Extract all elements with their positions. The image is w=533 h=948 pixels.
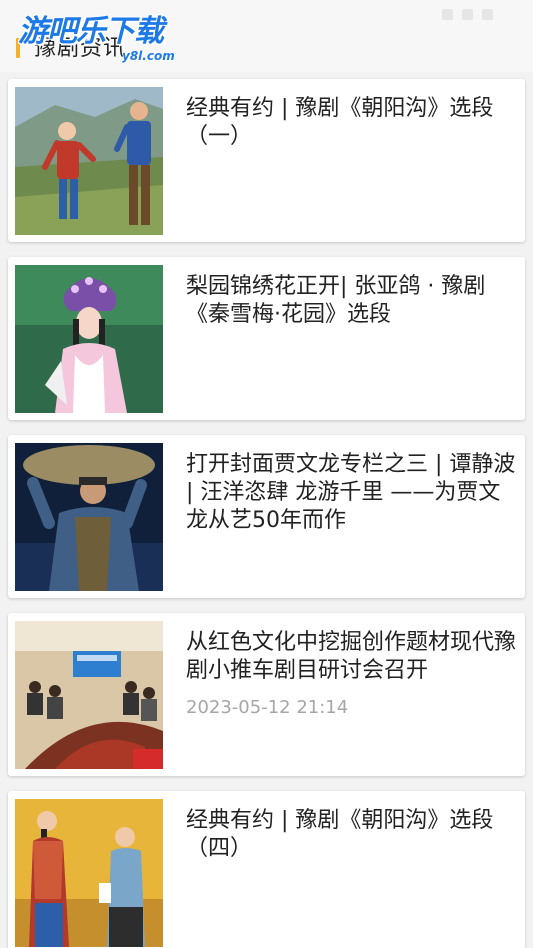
watermark-text: 游吧乐下载: [18, 14, 164, 49]
article-thumbnail: [15, 87, 163, 235]
watermark-domain: y8l.com: [122, 49, 175, 63]
article-title[interactable]: 梨园锦绣花正开| 张亚鸽 · 豫剧《秦雪梅·花园》选段: [186, 273, 516, 329]
article-card[interactable]: 经典有约 | 豫剧《朝阳沟》选段（一）: [8, 79, 525, 242]
article-card[interactable]: 梨园锦绣花正开| 张亚鸽 · 豫剧《秦雪梅·花园》选段: [8, 257, 525, 420]
header-bar: 豫剧资讯 游吧乐下载 y8l.com: [0, 0, 533, 72]
article-thumbnail: [15, 799, 163, 947]
article-date: 2023-05-12 21:14: [186, 697, 349, 718]
article-title[interactable]: 打开封面贾文龙专栏之三 | 谭静波 | 汪洋恣肆 龙游千里 ——为贾文龙从艺50…: [186, 451, 516, 535]
article-card[interactable]: 从红色文化中挖掘创作题材现代豫剧小推车剧目研讨会召开 2023-05-12 21…: [8, 613, 525, 776]
article-thumbnail: [15, 265, 163, 413]
article-title[interactable]: 从红色文化中挖掘创作题材现代豫剧小推车剧目研讨会召开: [186, 629, 516, 685]
article-title[interactable]: 经典有约 | 豫剧《朝阳沟》选段（一）: [186, 95, 516, 151]
status-bar-icons: [442, 9, 493, 20]
article-title[interactable]: 经典有约 | 豫剧《朝阳沟》选段（四）: [186, 807, 516, 863]
article-card[interactable]: 经典有约 | 豫剧《朝阳沟》选段（四）: [8, 791, 525, 948]
news-list-page: 豫剧资讯 游吧乐下载 y8l.com 经典有约 | 豫剧《朝阳沟》选段（一） 梨…: [0, 0, 533, 948]
site-watermark-logo: 游吧乐下载 y8l.com: [18, 14, 188, 68]
signal-icon: [462, 9, 473, 20]
notification-icon: [442, 9, 453, 20]
article-thumbnail: [15, 443, 163, 591]
article-thumbnail: [15, 621, 163, 769]
battery-icon: [482, 9, 493, 20]
article-card[interactable]: 打开封面贾文龙专栏之三 | 谭静波 | 汪洋恣肆 龙游千里 ——为贾文龙从艺50…: [8, 435, 525, 598]
